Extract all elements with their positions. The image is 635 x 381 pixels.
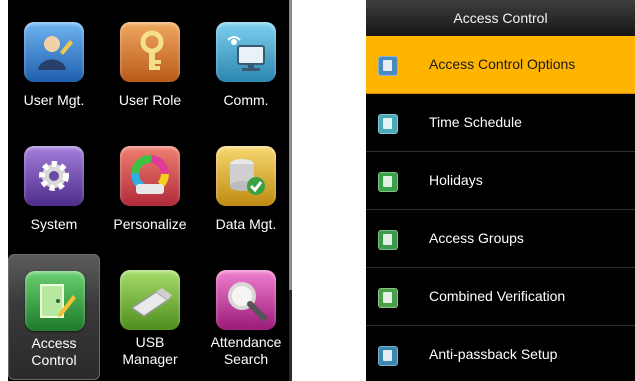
user-management-icon bbox=[24, 22, 84, 82]
page-title: Access Control bbox=[366, 0, 635, 37]
anti-passback-icon bbox=[378, 346, 398, 366]
menu-item-access-control-options[interactable]: Access Control Options bbox=[366, 36, 635, 94]
menu-item-time-schedule[interactable]: Time Schedule bbox=[366, 94, 635, 152]
menu-item-holidays[interactable]: Holidays bbox=[366, 152, 635, 210]
app-label: Comm. bbox=[223, 92, 269, 108]
app-tile-user-role[interactable]: User Role bbox=[104, 16, 196, 136]
app-label: User Mgt. bbox=[23, 92, 85, 108]
scroll-thumb[interactable] bbox=[289, 0, 292, 290]
app-grid: User Mgt. User Role Comm. System Persona bbox=[8, 16, 292, 381]
menu-item-access-groups[interactable]: Access Groups bbox=[366, 210, 635, 268]
combined-verification-icon bbox=[378, 288, 398, 308]
magnifier-icon bbox=[216, 270, 276, 330]
scrollbar[interactable] bbox=[289, 0, 292, 381]
network-computer-icon bbox=[216, 22, 276, 82]
app-tile-usb-manager[interactable]: USB Manager bbox=[104, 264, 196, 381]
door-pencil-icon bbox=[25, 271, 85, 331]
app-label: Personalize bbox=[113, 216, 187, 232]
app-label: Attendance Search bbox=[210, 334, 282, 367]
app-label: User Role bbox=[118, 92, 182, 108]
app-tile-access-control[interactable]: Access Control bbox=[8, 254, 100, 380]
app-tile-user-mgt[interactable]: User Mgt. bbox=[8, 16, 100, 136]
database-check-icon bbox=[216, 146, 276, 206]
app-tile-data-mgt[interactable]: Data Mgt. bbox=[200, 140, 292, 260]
access-options-icon bbox=[378, 56, 398, 76]
access-control-screen: Access Control Access Control Options Ti… bbox=[366, 0, 635, 381]
menu-item-label: Holidays bbox=[429, 172, 483, 188]
menu-item-label: Time Schedule bbox=[429, 114, 522, 130]
app-label: Access Control bbox=[31, 335, 77, 368]
app-tile-system[interactable]: System bbox=[8, 140, 100, 260]
app-label: System bbox=[30, 216, 78, 232]
app-tile-attendance-search[interactable]: Attendance Search bbox=[200, 264, 292, 381]
gear-icon bbox=[24, 146, 84, 206]
app-tile-personalize[interactable]: Personalize bbox=[104, 140, 196, 260]
app-tile-comm[interactable]: Comm. bbox=[200, 16, 292, 136]
menu-item-label: Access Control Options bbox=[429, 56, 576, 72]
key-icon bbox=[120, 22, 180, 82]
menu-item-label: Access Groups bbox=[429, 230, 524, 246]
menu-item-anti-passback-setup[interactable]: Anti-passback Setup bbox=[366, 326, 635, 381]
access-control-menu: Access Control Options Time Schedule Hol… bbox=[366, 36, 635, 381]
color-wheel-icon bbox=[120, 146, 180, 206]
main-menu-screen: User Mgt. User Role Comm. System Persona bbox=[8, 0, 292, 381]
menu-item-label: Combined Verification bbox=[429, 288, 566, 304]
menu-item-label: Anti-passback Setup bbox=[429, 346, 558, 362]
clock-icon bbox=[378, 114, 398, 134]
usb-drive-icon bbox=[120, 270, 180, 330]
calendar-icon bbox=[378, 172, 398, 192]
menu-item-combined-verification[interactable]: Combined Verification bbox=[366, 268, 635, 326]
group-icon bbox=[378, 230, 398, 250]
app-label: USB Manager bbox=[122, 334, 178, 367]
app-label: Data Mgt. bbox=[215, 216, 277, 232]
